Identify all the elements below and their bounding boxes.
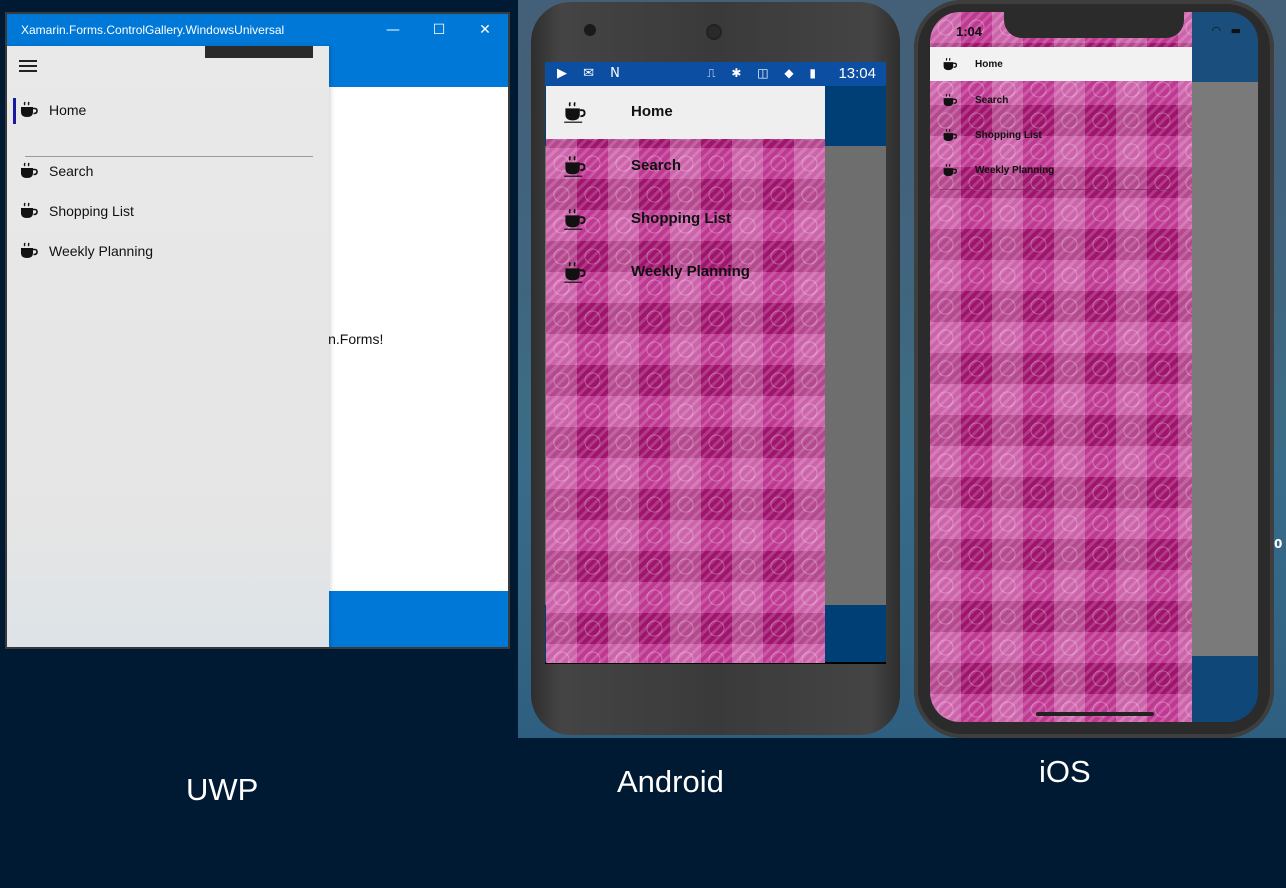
flyout-item-home[interactable]: Home xyxy=(13,93,323,129)
coffee-cup-icon xyxy=(563,153,587,183)
ios-screen: Home Search Shopping List Weekly Plannin… xyxy=(930,12,1258,722)
status-time: 13:04 xyxy=(838,65,876,82)
coffee-cup-icon xyxy=(942,93,958,111)
coffee-cup-icon xyxy=(19,202,39,223)
status-time: 1:04 xyxy=(956,24,983,39)
flyout-item-label: Search xyxy=(631,157,682,174)
flyout-item-label: Weekly Planning xyxy=(49,243,154,259)
ios-flyout-menu: Home Search Shopping List Weekly Plannin… xyxy=(930,12,1192,722)
uwp-window: Xamarin.Forms.ControlGallery.WindowsUniv… xyxy=(5,12,510,649)
flyout-item-search[interactable]: Search xyxy=(546,140,825,193)
uwp-platform-label: UWP xyxy=(186,772,259,807)
flyout-item-home[interactable]: Home xyxy=(930,47,1192,81)
edge-text: 0 xyxy=(1274,537,1283,551)
flyout-item-label: Home xyxy=(975,59,1003,70)
coffee-cup-icon xyxy=(942,128,958,146)
status-system-icons: ◠ ▬ xyxy=(1211,24,1244,37)
ios-nav-bar xyxy=(1192,12,1258,82)
front-camera-icon xyxy=(584,24,596,36)
coffee-cup-icon xyxy=(19,242,39,263)
uwp-title-bar[interactable]: Xamarin.Forms.ControlGallery.WindowsUniv… xyxy=(7,14,508,46)
flyout-item-label: Weekly Planning xyxy=(975,165,1055,176)
flyout-item-label: Shopping List xyxy=(631,210,731,227)
coffee-cup-icon xyxy=(19,162,39,183)
flyout-item-label: Home xyxy=(49,102,87,118)
coffee-cup-icon xyxy=(19,101,39,122)
flyout-item-home[interactable]: Home xyxy=(546,86,825,139)
speaker-icon xyxy=(706,24,722,40)
coffee-cup-icon xyxy=(942,163,958,181)
flyout-item-label: Search xyxy=(975,95,1009,106)
status-notification-icons: ▶ ✉ N xyxy=(557,66,626,81)
coffee-cup-icon xyxy=(563,99,587,129)
home-indicator[interactable] xyxy=(1036,712,1154,716)
flyout-item-label: Home xyxy=(631,103,673,120)
maximize-button[interactable]: ☐ xyxy=(416,14,462,46)
window-title: Xamarin.Forms.ControlGallery.WindowsUniv… xyxy=(21,23,285,37)
android-flyout-menu: Home Search Shopping List Weekly Plannin… xyxy=(546,86,825,663)
android-platform-label: Android xyxy=(617,764,724,799)
flyout-top-handle xyxy=(205,46,313,58)
status-system-icons: ⎍ ✱ ◫ ◆ ▮ xyxy=(707,66,822,80)
flyout-item-shopping-list[interactable]: Shopping List xyxy=(13,194,323,230)
uwp-flyout-menu: Home Search Shopping List Weekly Plannin… xyxy=(7,46,329,647)
flyout-item-weekly-planning[interactable]: Weekly Planning xyxy=(13,234,323,270)
flyout-item-shopping-list[interactable]: Shopping List xyxy=(930,118,1192,152)
flyout-item-weekly-planning[interactable]: Weekly Planning xyxy=(546,246,825,299)
ios-notch xyxy=(1004,12,1184,38)
flyout-item-search[interactable]: Search xyxy=(930,83,1192,117)
close-button[interactable]: ✕ xyxy=(462,14,508,46)
ios-platform-label: iOS xyxy=(1039,754,1091,789)
android-screen: ▶ ✉ N ⎍ ✱ ◫ ◆ ▮ 13:04 Home Search Shoppi… xyxy=(545,62,886,664)
flyout-item-label: Shopping List xyxy=(975,130,1042,141)
android-status-bar: ▶ ✉ N ⎍ ✱ ◫ ◆ ▮ 13:04 xyxy=(545,62,886,86)
coffee-cup-icon xyxy=(563,259,587,289)
flyout-item-label: Search xyxy=(49,163,94,179)
flyout-item-label: Weekly Planning xyxy=(631,263,750,280)
minimize-button[interactable]: — xyxy=(370,14,416,46)
coffee-cup-icon xyxy=(563,206,587,236)
flyout-item-label: Shopping List xyxy=(49,203,134,219)
flyout-item-shopping-list[interactable]: Shopping List xyxy=(546,193,825,246)
flyout-item-search[interactable]: Search xyxy=(13,154,323,190)
flyout-item-weekly-planning[interactable]: Weekly Planning xyxy=(930,153,1192,187)
coffee-cup-icon xyxy=(942,57,958,75)
page-content-text: in.Forms! xyxy=(325,331,384,347)
menu-divider xyxy=(940,189,1170,190)
ios-page-content xyxy=(1192,82,1258,656)
hamburger-menu-icon[interactable] xyxy=(19,60,37,74)
